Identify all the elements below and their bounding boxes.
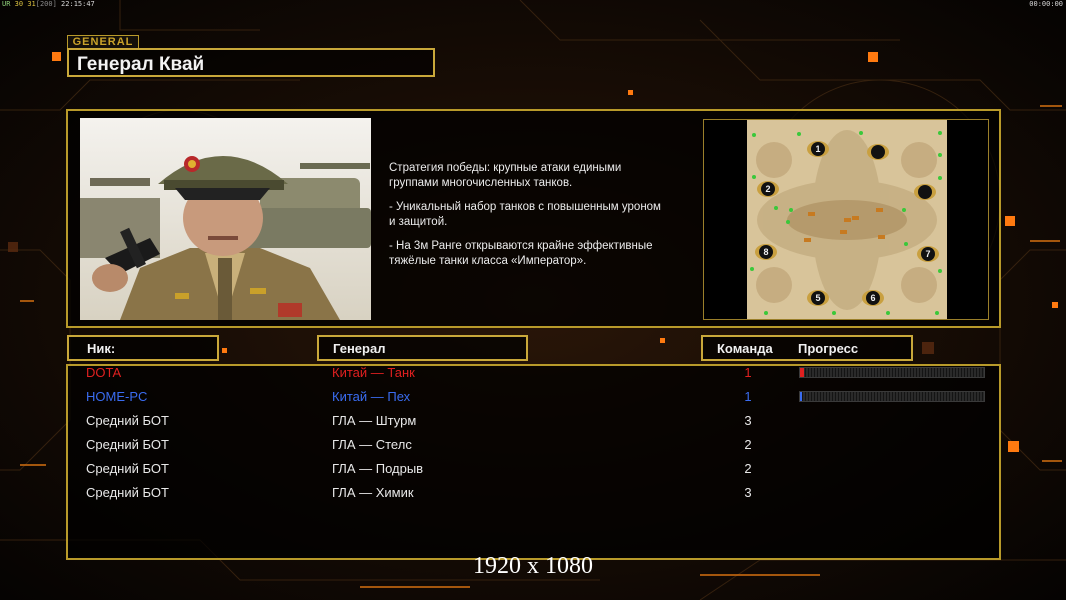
hud-stat-a: UR bbox=[2, 0, 11, 8]
map-spawn-label-2: 2 bbox=[765, 184, 770, 194]
hud-stats: UR 30 31[200] 22:15:47 bbox=[2, 0, 95, 8]
player-name: Средний БОТ bbox=[86, 437, 169, 452]
column-header-team-label: Команда bbox=[717, 341, 773, 356]
player-general: ГЛА — Штурм bbox=[332, 413, 417, 428]
description-line-3: - На 3м Ранге открываются крайне эффекти… bbox=[389, 240, 653, 267]
map-spawn-label-8: 8 bbox=[763, 247, 768, 257]
player-name: DOTA bbox=[86, 365, 122, 380]
player-row[interactable]: Средний БОТ ГЛА — Стелс 2 bbox=[0, 435, 1066, 455]
player-general: ГЛА — Подрыв bbox=[332, 461, 424, 476]
map-spawn-label-6: 6 bbox=[870, 293, 875, 303]
player-progress-bar bbox=[799, 367, 985, 378]
player-team: 3 bbox=[744, 485, 752, 500]
player-row[interactable]: HOME-PC Китай — Пех 1 bbox=[0, 387, 1066, 407]
hud-stat-b: 30 bbox=[14, 0, 24, 8]
player-row[interactable]: Средний БОТ ГЛА — Химик 3 bbox=[0, 483, 1066, 503]
general-title-box: Генерал Квай bbox=[67, 48, 435, 77]
hud-clock: 22:15:47 bbox=[61, 0, 95, 8]
player-name: HOME-PC bbox=[86, 389, 148, 404]
hud-stat-c: 31 bbox=[27, 0, 36, 8]
general-portrait bbox=[80, 118, 371, 320]
player-team: 2 bbox=[744, 437, 752, 452]
general-title: Генерал Квай bbox=[77, 54, 205, 75]
player-name: Средний БОТ bbox=[86, 461, 169, 476]
map-spawn-label-7: 7 bbox=[925, 249, 930, 259]
player-team: 1 bbox=[744, 365, 752, 380]
column-header-team-progress: Команда Прогресс bbox=[701, 335, 913, 361]
player-progress-bar bbox=[799, 391, 985, 402]
column-header-general-label: Генерал bbox=[333, 341, 386, 356]
map-preview[interactable]: 1 2 5 6 7 8 bbox=[703, 119, 989, 320]
player-team: 2 bbox=[744, 461, 752, 476]
hud-timer: 00:00:00 bbox=[1029, 0, 1063, 8]
general-tab-label: GENERAL bbox=[67, 35, 139, 49]
player-general: ГЛА — Стелс bbox=[332, 437, 412, 452]
player-row[interactable]: Средний БОТ ГЛА — Подрыв 2 bbox=[0, 459, 1066, 479]
column-header-general: Генерал bbox=[317, 335, 528, 361]
player-team: 3 bbox=[744, 413, 752, 428]
general-description: Стратегия победы: крупные атаки едиными … bbox=[389, 161, 699, 278]
description-line-1: Стратегия победы: крупные атаки едиными … bbox=[389, 162, 622, 189]
player-progress-fill bbox=[800, 368, 804, 377]
player-general: ГЛА — Химик bbox=[332, 485, 414, 500]
player-name: Средний БОТ bbox=[86, 413, 169, 428]
column-header-nick-label: Ник: bbox=[87, 341, 116, 356]
player-name: Средний БОТ bbox=[86, 485, 169, 500]
map-spawn-label-1: 1 bbox=[815, 144, 820, 154]
player-row[interactable]: Средний БОТ ГЛА — Штурм 3 bbox=[0, 411, 1066, 431]
resolution-caption: 1920 x 1080 bbox=[473, 553, 593, 579]
player-general: Китай — Пех bbox=[332, 389, 411, 404]
column-header-progress-label: Прогресс bbox=[798, 341, 859, 356]
player-team: 1 bbox=[744, 389, 752, 404]
description-line-2: - Уникальный набор танков с повышенным у… bbox=[389, 201, 661, 228]
hud-stat-d: [200] bbox=[35, 0, 57, 8]
player-row[interactable]: DOTA Китай — Танк 1 bbox=[0, 363, 1066, 383]
player-general: Китай — Танк bbox=[332, 365, 415, 380]
column-header-nick: Ник: bbox=[67, 335, 219, 361]
player-progress-fill bbox=[800, 392, 802, 401]
map-spawn-label-5: 5 bbox=[815, 293, 820, 303]
